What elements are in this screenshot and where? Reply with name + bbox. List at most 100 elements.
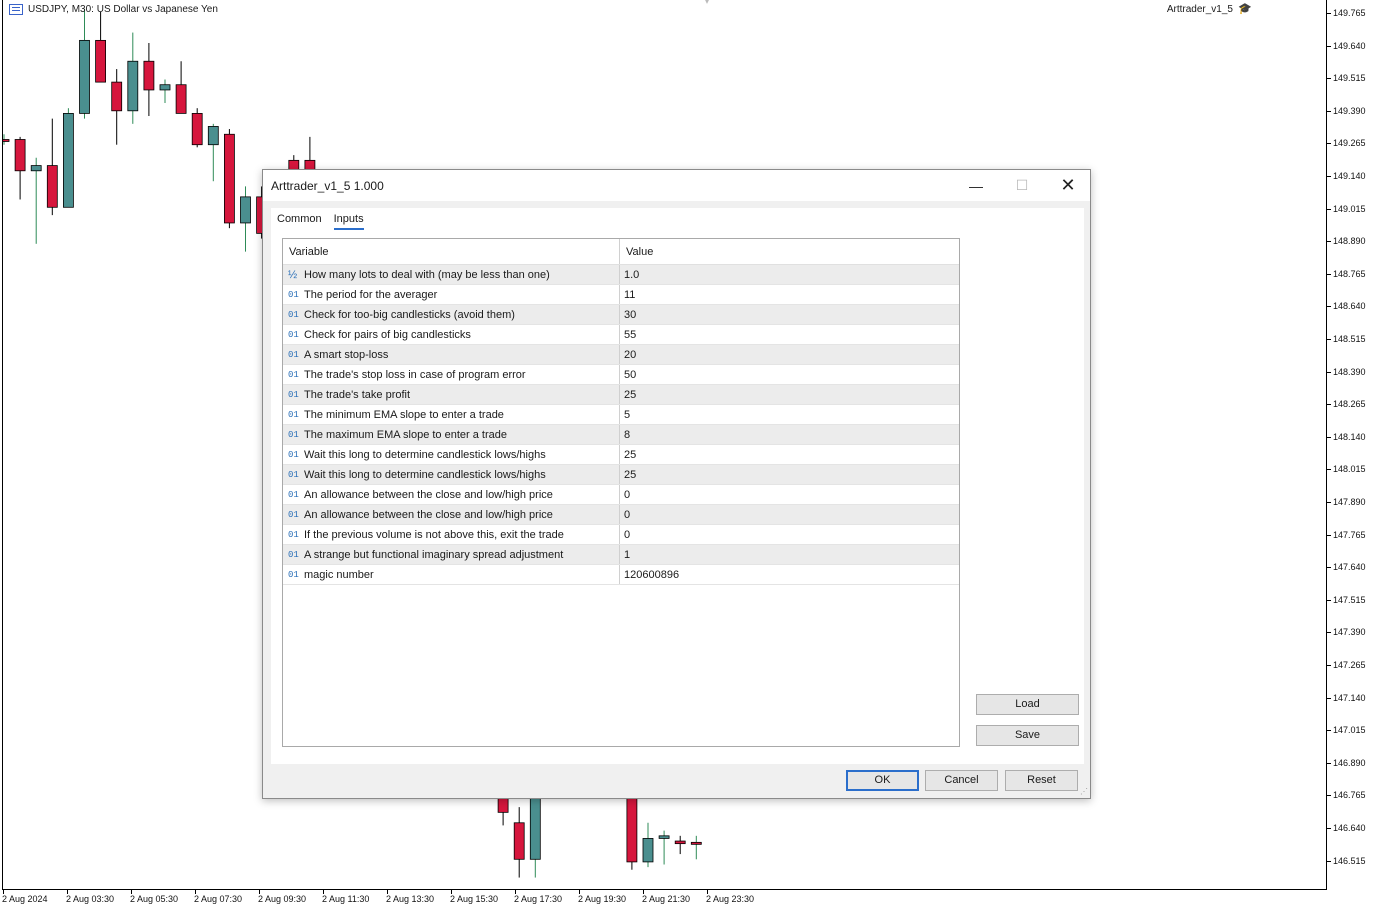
variable-cell: 01 The trade's stop loss in case of progr… xyxy=(283,365,620,384)
table-row[interactable]: 01 Check for too-big candlesticks (avoid … xyxy=(283,305,959,325)
table-row[interactable]: 01 The minimum EMA slope to enter a trade… xyxy=(283,405,959,425)
variable-name: magic number xyxy=(304,568,374,581)
integer-type-icon: 01 xyxy=(288,329,299,340)
value-cell[interactable]: 5 xyxy=(620,405,959,424)
value-cell[interactable]: 25 xyxy=(620,465,959,484)
candle xyxy=(690,835,702,860)
graduation-cap-icon: 🎓 xyxy=(1238,3,1252,15)
price-label: 148.515 xyxy=(1333,334,1366,344)
value-cell[interactable]: 25 xyxy=(620,385,959,404)
price-label: 149.015 xyxy=(1333,203,1366,214)
table-row[interactable]: 01 An allowance between the close and low… xyxy=(283,485,959,505)
price-tick xyxy=(1327,665,1331,666)
price-label: 147.765 xyxy=(1333,529,1366,540)
candle xyxy=(529,788,541,878)
variable-cell: 01 Check for too-big candlesticks (avoid … xyxy=(283,305,620,324)
time-label: 2 Aug 23:30 xyxy=(706,894,755,904)
table-row[interactable]: ½ How many lots to deal with (may be less… xyxy=(283,265,959,285)
variable-cell: 01 The period for the averager xyxy=(283,285,620,304)
maximize-button[interactable]: ☐ xyxy=(999,170,1045,201)
header-variable[interactable]: Variable xyxy=(283,239,620,264)
tab-common[interactable]: Common xyxy=(277,211,322,230)
close-button[interactable]: ✕ xyxy=(1045,170,1091,201)
time-label: 2 Aug 09:30 xyxy=(258,894,307,904)
value-cell[interactable]: 55 xyxy=(620,325,959,344)
variable-name: If the previous volume is not above this… xyxy=(304,528,564,541)
variable-name: Check for too-big candlesticks (avoid th… xyxy=(304,308,515,321)
value-cell[interactable]: 50 xyxy=(620,365,959,384)
time-label: 2 Aug 19:30 xyxy=(578,894,627,904)
price-label: 148.390 xyxy=(1333,366,1366,377)
table-row[interactable]: 01 A strange but functional imaginary spr… xyxy=(283,545,959,565)
variable-name: A strange but functional imaginary sprea… xyxy=(304,548,564,561)
table-row[interactable]: 01 Check for pairs of big candlesticks 55 xyxy=(283,325,959,345)
table-row[interactable]: 01 Wait this long to determine candlestic… xyxy=(283,465,959,485)
variable-cell: 01 An allowance between the close and low… xyxy=(283,485,620,504)
value-cell[interactable]: 8 xyxy=(620,425,959,444)
resize-grip-icon[interactable]: ⋰ xyxy=(1080,788,1088,796)
candle xyxy=(240,186,251,252)
candle-body xyxy=(240,196,251,224)
load-button[interactable]: Load xyxy=(976,694,1079,715)
cancel-button[interactable]: Cancel xyxy=(925,770,998,791)
value-cell[interactable]: 120600896 xyxy=(620,565,959,584)
variable-cell: 01 A smart stop-loss xyxy=(283,345,620,364)
integer-type-icon: 01 xyxy=(288,369,299,380)
reset-button[interactable]: Reset xyxy=(1005,770,1078,791)
table-row[interactable]: 01 If the previous volume is not above th… xyxy=(283,525,959,545)
value-cell[interactable]: 20 xyxy=(620,345,959,364)
price-label: 147.265 xyxy=(1333,660,1366,670)
variable-cell: 01 Wait this long to determine candlestic… xyxy=(283,465,620,484)
integer-type-icon: 01 xyxy=(288,309,299,320)
expert-advisor-label[interactable]: Arttrader_v1_5 🎓 xyxy=(1167,3,1252,16)
value-cell[interactable]: 30 xyxy=(620,305,959,324)
value-cell[interactable]: 0 xyxy=(620,505,959,524)
price-tick xyxy=(1327,45,1331,47)
table-row[interactable]: 01 The maximum EMA slope to enter a trade… xyxy=(283,425,959,445)
table-row[interactable]: 01 magic number 120600896 xyxy=(283,565,959,585)
tab-inputs[interactable]: Inputs xyxy=(333,211,364,230)
integer-type-icon: 01 xyxy=(288,569,299,580)
time-label: 2 Aug 05:30 xyxy=(130,894,179,904)
variable-name: An allowance between the close and low/h… xyxy=(304,508,553,521)
table-row[interactable]: 01 The period for the averager 11 xyxy=(283,285,959,305)
time-label: 2 Aug 15:30 xyxy=(450,894,499,904)
candle xyxy=(3,134,10,145)
table-row[interactable]: 01 A smart stop-loss 20 xyxy=(283,345,959,365)
save-button[interactable]: Save xyxy=(976,725,1079,746)
variable-name: The minimum EMA slope to enter a trade xyxy=(304,408,504,421)
variable-name: Wait this long to determine candlestick … xyxy=(304,448,546,461)
variable-name: The trade's take profit xyxy=(304,388,411,401)
value-cell[interactable]: 0 xyxy=(620,525,959,544)
header-value[interactable]: Value xyxy=(620,239,959,264)
ea-properties-dialog: Arttrader_v1_5 1.000 — ☐ ✕ Common Inputs… xyxy=(262,169,1091,799)
price-tick xyxy=(1327,13,1331,14)
candle-body xyxy=(690,841,702,845)
symbol-label: USDJPY, M30: US Dollar vs Japanese Yen xyxy=(28,4,218,15)
value-cell[interactable]: 1 xyxy=(620,545,959,564)
variable-cell: 01 The minimum EMA slope to enter a trade xyxy=(283,405,620,424)
minimize-button[interactable]: — xyxy=(953,170,999,201)
price-tick xyxy=(1327,436,1331,438)
value-cell[interactable]: 25 xyxy=(620,445,959,464)
double-type-icon: ½ xyxy=(288,268,298,281)
value-cell[interactable]: 0 xyxy=(620,485,959,504)
price-tick xyxy=(1327,828,1331,829)
ok-button[interactable]: OK xyxy=(846,770,919,791)
value-cell[interactable]: 11 xyxy=(620,285,959,304)
price-label: 149.640 xyxy=(1333,40,1366,51)
table-row[interactable]: 01 The trade's take profit 25 xyxy=(283,385,959,405)
table-row[interactable]: 01 The trade's stop loss in case of progr… xyxy=(283,365,959,385)
price-label: 148.140 xyxy=(1333,431,1366,442)
integer-type-icon: 01 xyxy=(288,489,299,500)
integer-type-icon: 01 xyxy=(288,289,299,300)
variable-cell: 01 A strange but functional imaginary spr… xyxy=(283,545,620,564)
table-row[interactable]: 01 Wait this long to determine candlestic… xyxy=(283,445,959,465)
value-cell[interactable]: 1.0 xyxy=(620,265,959,284)
time-label: 2 Aug 11:30 xyxy=(322,894,370,904)
price-tick xyxy=(1327,78,1331,80)
candle-body xyxy=(223,133,235,224)
table-row[interactable]: 01 An allowance between the close and low… xyxy=(283,505,959,525)
dialog-titlebar[interactable]: Arttrader_v1_5 1.000 — ☐ ✕ xyxy=(263,170,1090,201)
integer-type-icon: 01 xyxy=(288,549,299,560)
